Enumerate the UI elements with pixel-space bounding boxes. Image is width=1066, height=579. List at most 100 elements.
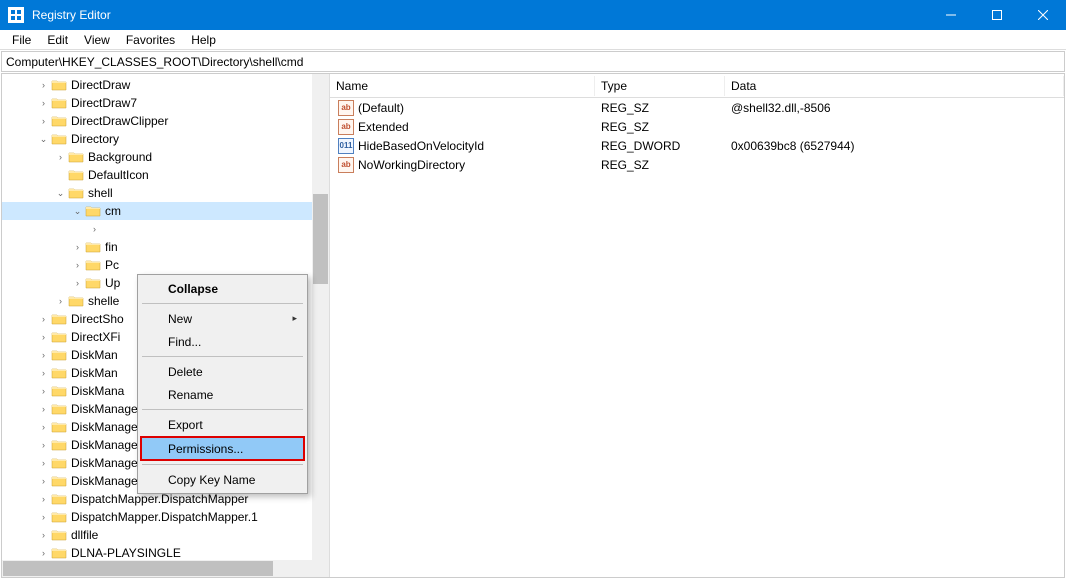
chevron-down-icon[interactable]: ⌄ <box>36 132 51 147</box>
value-row[interactable]: abExtendedREG_SZ <box>330 117 1064 136</box>
context-menu: Collapse New▸ Find... Delete Rename ExportPer… <box>137 274 308 494</box>
tree-item[interactable]: ›DirectDraw7 <box>2 94 329 112</box>
values-panel[interactable]: Name Type Data ab(Default)REG_SZ@shell32… <box>330 74 1064 577</box>
tree-item[interactable]: › DirectDrawClipper <box>2 112 329 130</box>
maximize-button[interactable] <box>974 0 1020 30</box>
chevron-right-icon[interactable]: › <box>70 240 85 255</box>
menu-separator <box>142 356 303 357</box>
titlebar[interactable]: Registry Editor <box>0 0 1066 30</box>
tree-item[interactable]: ›DispatchMapper.DispatchMapper.1 <box>2 508 329 526</box>
chevron-down-icon[interactable]: ⌄ <box>70 204 85 219</box>
chevron-right-icon[interactable]: › <box>53 294 68 309</box>
folder-icon <box>85 258 101 272</box>
chevron-right-icon[interactable]: › <box>36 114 51 129</box>
chevron-right-icon[interactable]: › <box>36 312 51 327</box>
minimize-button[interactable] <box>928 0 974 30</box>
context-menu-new[interactable]: New▸ <box>140 307 305 330</box>
column-type[interactable]: Type <box>595 76 725 96</box>
folder-icon <box>68 150 84 164</box>
chevron-right-icon[interactable]: › <box>36 528 51 543</box>
vertical-scrollbar[interactable] <box>312 74 329 577</box>
value-row[interactable]: 011HideBasedOnVelocityIdREG_DWORD0x00639… <box>330 136 1064 155</box>
menu-item-label: Find... <box>168 335 201 349</box>
tree-item[interactable]: ⌄cm <box>2 202 329 220</box>
tree-item[interactable]: ⌄Directory <box>2 130 329 148</box>
tree-label: dllfile <box>71 528 98 542</box>
address-bar[interactable]: Computer\HKEY_CLASSES_ROOT\Directory\she… <box>1 51 1065 72</box>
folder-icon <box>51 492 67 506</box>
folder-icon <box>51 366 67 380</box>
menu-help[interactable]: Help <box>183 31 224 49</box>
value-name: NoWorkingDirectory <box>358 158 465 172</box>
column-name[interactable]: Name <box>330 76 595 96</box>
value-row[interactable]: ab(Default)REG_SZ@shell32.dll,-8506 <box>330 98 1064 117</box>
folder-icon <box>51 132 67 146</box>
context-menu-rename[interactable]: Rename <box>140 383 305 406</box>
tree-label: DLNA-PLAYSINGLE <box>71 546 181 560</box>
chevron-right-icon[interactable]: › <box>36 492 51 507</box>
chevron-right-icon[interactable]: › <box>36 78 51 93</box>
tree-item[interactable]: ›DirectDraw <box>2 76 329 94</box>
folder-icon <box>68 294 84 308</box>
scrollbar-thumb[interactable] <box>313 194 328 284</box>
tree-item[interactable]: › dllfile <box>2 526 329 544</box>
chevron-right-icon[interactable]: › <box>70 276 85 291</box>
chevron-right-icon[interactable]: › <box>36 438 51 453</box>
value-row[interactable]: abNoWorkingDirectoryREG_SZ <box>330 155 1064 174</box>
menu-view[interactable]: View <box>76 31 118 49</box>
value-data <box>725 164 1064 166</box>
chevron-right-icon[interactable]: › <box>36 384 51 399</box>
context-menu-find[interactable]: Find... <box>140 330 305 353</box>
chevron-right-icon[interactable]: › <box>36 348 51 363</box>
chevron-right-icon[interactable]: › <box>36 456 51 471</box>
context-menu-export[interactable]: Export <box>140 413 305 436</box>
folder-icon <box>51 438 67 452</box>
context-menu-delete[interactable]: Delete <box>140 360 305 383</box>
menu-file[interactable]: File <box>4 31 39 49</box>
tree-label: DirectDrawClipper <box>71 114 168 128</box>
tree-item[interactable]: ›fin <box>2 238 329 256</box>
menu-favorites[interactable]: Favorites <box>118 31 183 49</box>
folder-icon <box>51 384 67 398</box>
chevron-right-icon[interactable]: › <box>53 150 68 165</box>
string-value-icon: ab <box>338 100 354 116</box>
chevron-right-icon[interactable]: › <box>36 96 51 111</box>
chevron-right-icon[interactable]: › <box>36 546 51 561</box>
chevron-right-icon[interactable]: › <box>36 420 51 435</box>
folder-icon <box>51 348 67 362</box>
tree-item[interactable]: › <box>2 220 329 238</box>
horizontal-scrollbar[interactable] <box>2 560 312 577</box>
context-menu-permissions[interactable]: Permissions... <box>140 436 305 461</box>
folder-icon <box>68 168 84 182</box>
tree-item[interactable]: DefaultIcon <box>2 166 329 184</box>
context-menu-copykeyname[interactable]: Copy Key Name <box>140 468 305 491</box>
folder-icon <box>51 114 67 128</box>
folder-icon <box>51 546 67 560</box>
chevron-down-icon[interactable]: ⌄ <box>53 186 68 201</box>
chevron-right-icon[interactable]: › <box>36 366 51 381</box>
chevron-right-icon[interactable]: › <box>70 258 85 273</box>
tree-item[interactable]: ›Background <box>2 148 329 166</box>
tree-item[interactable]: ⌄shell <box>2 184 329 202</box>
column-data[interactable]: Data <box>725 76 1064 96</box>
chevron-right-icon[interactable]: › <box>36 330 51 345</box>
tree-label: DiskMana <box>71 384 124 398</box>
folder-icon <box>51 474 67 488</box>
tree-item[interactable]: ›Pc <box>2 256 329 274</box>
close-button[interactable] <box>1020 0 1066 30</box>
chevron-right-icon[interactable]: › <box>87 222 102 237</box>
menu-item-label: Delete <box>168 365 203 379</box>
folder-icon <box>51 420 67 434</box>
context-menu-collapse[interactable]: Collapse <box>140 277 305 300</box>
chevron-right-icon[interactable]: › <box>36 402 51 417</box>
menu-separator <box>142 464 303 465</box>
tree-label: DispatchMapper.DispatchMapper <box>71 492 248 506</box>
app-icon <box>8 7 24 23</box>
menu-item-label: New <box>168 312 192 326</box>
content-area: ›DirectDraw›DirectDraw7›DirectDrawClippe… <box>1 73 1065 578</box>
chevron-right-icon[interactable]: › <box>36 474 51 489</box>
chevron-right-icon[interactable]: › <box>36 510 51 525</box>
scrollbar-thumb[interactable] <box>3 561 273 576</box>
menu-edit[interactable]: Edit <box>39 31 76 49</box>
menubar: File Edit View Favorites Help <box>0 30 1066 50</box>
